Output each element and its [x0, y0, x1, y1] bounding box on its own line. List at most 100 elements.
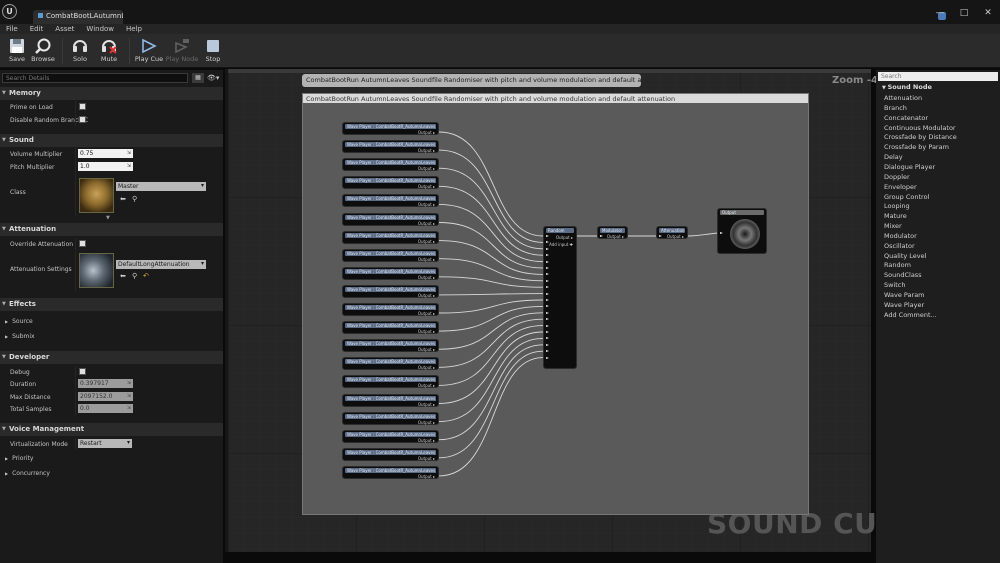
menu-help[interactable]: Help: [126, 24, 148, 34]
palette-item[interactable]: Looping: [884, 202, 910, 210]
category-sound[interactable]: ▼ Sound: [0, 134, 223, 147]
random-add-input-label[interactable]: Add input ✚: [549, 242, 573, 247]
attenuation-node[interactable]: Attenuation Output ▸: [656, 226, 688, 239]
wave-player-node[interactable]: Wave Player : CombatBootR_AutumnLeaves_R…: [342, 465, 439, 479]
reset-to-default-icon[interactable]: ↶: [143, 272, 149, 280]
wave-player-node[interactable]: Wave Player : CombatBootR_AutumnLeaves_R…: [342, 122, 439, 135]
disable-random-branch-checkbox[interactable]: [79, 116, 86, 123]
volume-multiplier-field[interactable]: 0.75 ⇲: [78, 149, 133, 158]
palette-item[interactable]: Wave Param: [884, 291, 925, 299]
play-node-button[interactable]: Play Node: [165, 36, 199, 66]
prime-on-load-checkbox[interactable]: [79, 103, 86, 110]
output-input-pin[interactable]: [720, 232, 723, 234]
palette-item[interactable]: Random: [884, 261, 911, 269]
menu-asset[interactable]: Asset: [55, 24, 80, 34]
close-button[interactable]: ✕: [982, 8, 994, 18]
random-input-pin[interactable]: [546, 337, 549, 340]
palette-item[interactable]: Group Control: [884, 193, 929, 201]
random-input-pin[interactable]: [546, 286, 549, 289]
mute-button[interactable]: Mute: [92, 36, 126, 66]
attenuation-node-input-pin[interactable]: [659, 235, 662, 237]
wave-player-node[interactable]: Wave Player : CombatBootR_AutumnLeaves_R…: [342, 375, 439, 389]
palette-item[interactable]: Modulator: [884, 232, 917, 240]
spin-arrows-icon[interactable]: ⇲: [127, 163, 131, 169]
wave-player-node[interactable]: Wave Player : CombatBootR_AutumnLeaves_R…: [342, 411, 439, 425]
random-node[interactable]: Random Output ▸ Add input ✚: [543, 226, 577, 369]
palette-search-input[interactable]: Search: [878, 72, 998, 81]
random-input-pin[interactable]: [546, 247, 549, 250]
palette-item[interactable]: Crossfade by Param: [884, 143, 949, 151]
palette-item[interactable]: Continuous Modulator: [884, 124, 956, 132]
random-input-pin[interactable]: [546, 305, 549, 308]
random-input-pin[interactable]: [546, 267, 549, 269]
random-input-pin[interactable]: [546, 292, 549, 295]
wave-player-node[interactable]: Wave Player : CombatBootR_AutumnLeaves_R…: [342, 393, 439, 407]
wave-player-node[interactable]: Wave Player : CombatBootR_AutumnLeaves_R…: [342, 194, 439, 208]
category-memory[interactable]: ▼ Memory: [0, 87, 223, 100]
play-cue-button[interactable]: Play Cue: [132, 36, 166, 66]
wave-player-node[interactable]: Wave Player : CombatBootR_AutumnLeaves_R…: [342, 429, 439, 443]
menu-edit[interactable]: Edit: [30, 24, 50, 34]
use-selected-arrow-icon[interactable]: ⬅: [120, 195, 126, 203]
wave-player-node[interactable]: Wave Player : CombatBootR_AutumnLeaves_R…: [342, 266, 439, 280]
browse-asset-icon[interactable]: ⚲: [132, 272, 137, 280]
attenuation-thumbnail[interactable]: [79, 253, 114, 288]
palette-item[interactable]: SoundClass: [884, 271, 922, 279]
palette-item[interactable]: Delay: [884, 153, 903, 161]
random-input-pin[interactable]: [546, 331, 549, 333]
override-attenuation-checkbox[interactable]: [79, 240, 86, 247]
minimize-button[interactable]: —: [934, 8, 946, 18]
spin-arrows-icon[interactable]: ⇲: [127, 150, 131, 156]
concurrency-row[interactable]: ▶ Concurrency: [5, 470, 50, 477]
palette-item[interactable]: Doppler: [884, 173, 910, 181]
output-node[interactable]: Output: [717, 208, 767, 254]
property-matrix-icon[interactable]: ▦: [192, 73, 204, 83]
wave-player-node[interactable]: Wave Player : CombatBootR_AutumnLeaves_R…: [342, 447, 439, 461]
palette-item[interactable]: Switch: [884, 281, 906, 289]
palette-item[interactable]: Mixer: [884, 222, 902, 230]
sound-class-thumbnail[interactable]: [79, 178, 114, 213]
category-attenuation[interactable]: ▼ Attenuation: [0, 223, 223, 236]
random-input-pin[interactable]: [546, 254, 549, 257]
category-voice-management[interactable]: ▼ Voice Management: [0, 423, 223, 436]
palette-item[interactable]: Attenuation: [884, 94, 922, 102]
wave-player-node[interactable]: Wave Player : CombatBootR_AutumnLeaves_R…: [342, 339, 439, 353]
palette-item[interactable]: Mature: [884, 212, 907, 220]
class-dropdown[interactable]: Master ▾: [116, 182, 206, 191]
palette-heading[interactable]: ▼ Sound Node: [882, 83, 932, 91]
palette-item[interactable]: Dialogue Player: [884, 163, 935, 171]
palette-item[interactable]: Crossfade by Distance: [884, 133, 957, 141]
category-developer[interactable]: ▼ Developer: [0, 351, 223, 364]
wave-player-node[interactable]: Wave Player : CombatBootR_AutumnLeaves_R…: [342, 176, 439, 190]
modulator-node-input-pin[interactable]: [600, 235, 603, 237]
wave-player-node[interactable]: Wave Player : CombatBootR_AutumnLeaves_R…: [342, 248, 439, 262]
expand-advanced-icon[interactable]: ▼: [106, 215, 110, 221]
modulator-node[interactable]: Modulator Output ▸: [597, 226, 628, 239]
effects-submix-row[interactable]: ▶ Submix: [5, 333, 35, 340]
palette-item[interactable]: Quality Level: [884, 252, 926, 260]
random-input-pin[interactable]: [546, 350, 549, 353]
wave-player-node[interactable]: Wave Player : CombatBootR_AutumnLeaves_R…: [342, 357, 439, 371]
random-input-pin[interactable]: [546, 235, 549, 237]
random-input-pin[interactable]: [546, 318, 549, 321]
palette-item[interactable]: Enveloper: [884, 183, 917, 191]
random-input-pin[interactable]: [546, 279, 549, 282]
wave-player-node[interactable]: Wave Player : CombatBootR_AutumnLeaves_R…: [342, 212, 439, 226]
document-tab[interactable]: CombatBootLAutumnLea: [33, 10, 123, 24]
random-input-pin[interactable]: [546, 311, 549, 314]
browse-button[interactable]: Browse: [26, 36, 60, 66]
wave-player-node[interactable]: Wave Player : CombatBootR_AutumnLeaves_R…: [342, 140, 439, 154]
palette-item[interactable]: Branch: [884, 104, 907, 112]
random-input-pin[interactable]: [546, 273, 549, 276]
browse-asset-icon[interactable]: ⚲: [132, 195, 137, 203]
menu-window[interactable]: Window: [86, 24, 120, 34]
wave-player-node[interactable]: Wave Player : CombatBootR_AutumnLeaves_R…: [342, 284, 439, 298]
category-effects[interactable]: ▼ Effects: [0, 298, 223, 311]
attenuation-settings-dropdown[interactable]: DefaultLongAttenuation ▾: [116, 260, 206, 269]
random-input-pin[interactable]: [546, 324, 549, 327]
maximize-button[interactable]: □: [958, 8, 970, 18]
effects-source-row[interactable]: ▶ Source: [5, 318, 33, 325]
palette-item[interactable]: Wave Player: [884, 301, 924, 309]
palette-item[interactable]: Concatenator: [884, 114, 928, 122]
wave-player-node[interactable]: Wave Player : CombatBootR_AutumnLeaves_R…: [342, 230, 439, 244]
